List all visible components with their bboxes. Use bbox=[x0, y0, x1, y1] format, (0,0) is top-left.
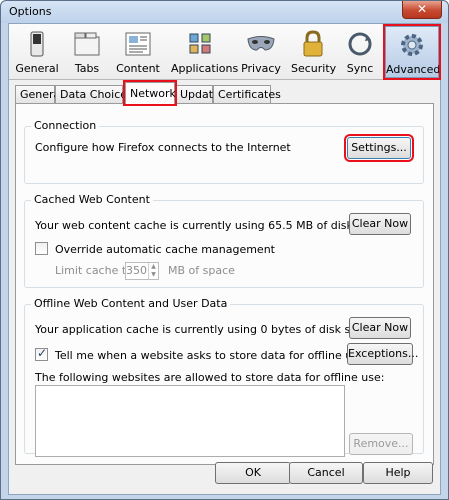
pane-tabs[interactable]: Tabs bbox=[69, 26, 105, 78]
pane-content[interactable]: Content bbox=[113, 26, 163, 78]
tab-update[interactable]: Update bbox=[175, 85, 220, 103]
pane-toolbar: General Tabs Content Applications Privac… bbox=[9, 24, 441, 80]
close-window-button[interactable]: ✕ bbox=[402, 1, 442, 19]
offline-sites-list[interactable] bbox=[35, 385, 345, 457]
remove-site-button[interactable]: Remove... bbox=[349, 433, 413, 455]
spinner-arrows-icon[interactable]: ▲ ▼ bbox=[148, 263, 158, 279]
pane-advanced[interactable]: Advanced bbox=[383, 24, 441, 80]
pane-label: Privacy bbox=[241, 62, 281, 75]
pane-applications[interactable]: Applications bbox=[171, 26, 239, 78]
window-title: Options bbox=[9, 5, 52, 18]
connection-title: Connection bbox=[31, 119, 100, 132]
pane-label: Tabs bbox=[74, 62, 100, 75]
limit-cache-label: Limit cache to bbox=[55, 264, 133, 277]
pane-label: Sync bbox=[346, 62, 374, 75]
pane-label: Applications bbox=[171, 62, 239, 75]
options-content: General Tabs Content Applications Privac… bbox=[8, 23, 441, 495]
tab-general[interactable]: General bbox=[15, 85, 63, 103]
cache-size-spinner[interactable]: 350 ▲ ▼ bbox=[125, 262, 159, 280]
network-tab-panel: Connection Configure how Firefox connect… bbox=[15, 103, 434, 465]
general-switch-icon bbox=[30, 31, 44, 57]
pane-security[interactable]: Security bbox=[291, 26, 337, 78]
content-icon bbox=[125, 32, 151, 56]
tab-certificates[interactable]: Certificates bbox=[213, 85, 281, 103]
tab-network[interactable]: Network bbox=[123, 80, 177, 106]
offline-data-group: Offline Web Content and User Data Your a… bbox=[24, 297, 424, 457]
title-bar[interactable]: Options ✕ bbox=[1, 1, 448, 23]
clear-offline-button[interactable]: Clear Now bbox=[349, 317, 411, 339]
cancel-button[interactable]: Cancel bbox=[289, 462, 363, 484]
cache-size-unit: MB of space bbox=[168, 264, 235, 277]
tab-data-choices[interactable]: Data Choices bbox=[55, 85, 133, 103]
tell-me-offline-checkbox[interactable] bbox=[35, 346, 48, 361]
connection-settings-button[interactable]: Settings... bbox=[344, 134, 414, 162]
cached-content-group: Cached Web Content Your web content cach… bbox=[24, 193, 424, 288]
pane-label: General bbox=[15, 62, 59, 75]
cache-usage-text: Your web content cache is currently usin… bbox=[35, 219, 389, 232]
app-cache-usage-text: Your application cache is currently usin… bbox=[35, 323, 377, 336]
pane-general[interactable]: General bbox=[15, 26, 59, 78]
cached-content-title: Cached Web Content bbox=[31, 193, 153, 206]
privacy-mask-icon bbox=[247, 36, 275, 51]
tabs-icon bbox=[74, 32, 100, 56]
pane-sync[interactable]: Sync bbox=[341, 26, 379, 78]
pane-label: Security bbox=[291, 62, 337, 75]
pane-privacy[interactable]: Privacy bbox=[239, 26, 283, 78]
connection-description: Configure how Firefox connects to the In… bbox=[35, 141, 291, 154]
advanced-gear-icon bbox=[401, 34, 423, 56]
override-cache-label: Override automatic cache management bbox=[55, 243, 275, 256]
offline-data-title: Offline Web Content and User Data bbox=[31, 297, 231, 310]
sync-icon bbox=[348, 32, 372, 56]
close-icon: ✕ bbox=[416, 2, 428, 16]
pane-label: Content bbox=[116, 62, 160, 75]
clear-cache-button[interactable]: Clear Now bbox=[349, 213, 411, 235]
override-cache-checkbox[interactable] bbox=[35, 242, 48, 255]
connection-group: Connection Configure how Firefox connect… bbox=[24, 119, 424, 184]
tell-me-offline-label: Tell me when a website asks to store dat… bbox=[55, 349, 365, 362]
cache-size-value: 350 bbox=[126, 264, 147, 277]
security-lock-icon bbox=[303, 30, 323, 57]
pane-label: Advanced bbox=[386, 63, 441, 76]
ok-button[interactable]: OK bbox=[215, 462, 291, 484]
allowed-sites-label: The following websites are allowed to st… bbox=[35, 371, 385, 384]
help-button[interactable]: Help bbox=[363, 462, 433, 484]
exceptions-button[interactable]: Exceptions... bbox=[347, 343, 418, 365]
applications-icon bbox=[189, 33, 211, 54]
options-window: Options ✕ General Tabs Content Applicati… bbox=[0, 0, 449, 500]
